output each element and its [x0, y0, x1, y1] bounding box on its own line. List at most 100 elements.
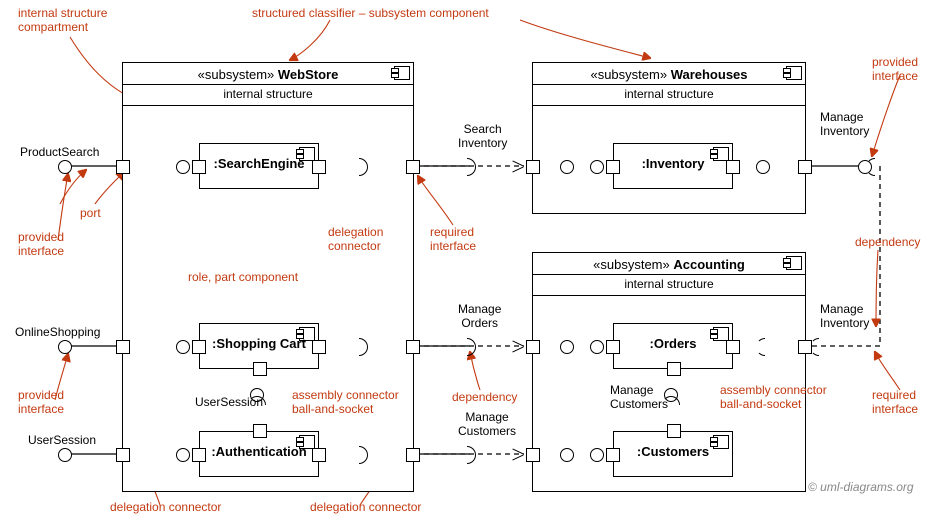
component-icon: [713, 147, 729, 161]
port: [606, 448, 620, 462]
interface-label: Manage Orders: [458, 302, 501, 330]
annotation: structured classifier – subsystem compon…: [252, 6, 489, 20]
component-shopping-cart: :Shopping Cart: [199, 323, 319, 369]
port: [116, 448, 130, 462]
provided-interface-icon: [58, 340, 72, 354]
interface-label: Search Inventory: [458, 122, 507, 150]
component-icon: [713, 327, 729, 341]
port: [312, 160, 326, 174]
port: [116, 160, 130, 174]
port: [406, 160, 420, 174]
required-interface-icon: [458, 446, 476, 464]
annotation: required interface: [430, 225, 476, 253]
provided-interface-icon: [590, 160, 604, 174]
component-icon: [299, 147, 315, 161]
annotation: role, part component: [188, 270, 298, 284]
warehouses-stereotype: «subsystem»: [590, 67, 667, 82]
port: [526, 340, 540, 354]
annotation: provided interface: [872, 55, 918, 83]
credit: © uml-diagrams.org: [808, 480, 914, 494]
provided-interface-icon: [756, 160, 770, 174]
port: [116, 340, 130, 354]
interface-label: Manage Customers: [610, 383, 668, 411]
interface-label: ProductSearch: [20, 145, 99, 159]
component-inventory: :Inventory: [613, 143, 733, 189]
subsystem-warehouses: «subsystem» Warehouses internal structur…: [532, 62, 806, 214]
port: [726, 160, 740, 174]
warehouses-subtitle: internal structure: [533, 85, 805, 106]
annotation: dependency: [855, 235, 920, 249]
interface-label: UserSession: [195, 395, 263, 409]
annotation: delegation connector: [310, 500, 421, 514]
port: [667, 424, 681, 438]
port: [406, 340, 420, 354]
required-interface-icon: [458, 338, 476, 356]
accounting-title: «subsystem» Accounting: [533, 253, 805, 275]
required-interface-icon: [810, 338, 828, 356]
provided-interface-icon: [176, 160, 190, 174]
port: [798, 160, 812, 174]
interface-label: Manage Customers: [458, 410, 516, 438]
annotation: port: [80, 206, 101, 220]
uml-composite-structure-diagram: «subsystem» WebStore internal structure …: [0, 0, 940, 521]
provided-interface-icon: [590, 340, 604, 354]
component-search-engine: :SearchEngine: [199, 143, 319, 189]
provided-interface-icon: [176, 340, 190, 354]
port: [192, 448, 206, 462]
provided-interface-icon: [58, 448, 72, 462]
webstore-name: WebStore: [278, 67, 338, 82]
webstore-title: «subsystem» WebStore: [123, 63, 413, 85]
port: [312, 448, 326, 462]
provided-interface-icon: [58, 160, 72, 174]
provided-interface-icon: [590, 448, 604, 462]
required-interface-icon: [458, 158, 476, 176]
port: [798, 340, 812, 354]
component-authentication: :Authentication: [199, 431, 319, 477]
accounting-stereotype: «subsystem»: [593, 257, 670, 272]
port: [406, 448, 420, 462]
annotation: required interface: [872, 388, 918, 416]
warehouses-title: «subsystem» Warehouses: [533, 63, 805, 85]
interface-label: Manage Inventory: [820, 302, 869, 330]
component-icon: [299, 327, 315, 341]
component-customers: :Customers: [613, 431, 733, 477]
port: [726, 340, 740, 354]
component-icon: [786, 256, 802, 270]
component-icon: [713, 435, 729, 449]
webstore-stereotype: «subsystem»: [198, 67, 275, 82]
provided-interface-icon: [176, 448, 190, 462]
provided-interface-icon: [560, 160, 574, 174]
port: [606, 160, 620, 174]
provided-interface-icon: [560, 448, 574, 462]
interface-label: Manage Inventory: [820, 110, 869, 138]
interface-label: OnlineShopping: [15, 325, 100, 339]
annotation: dependency: [452, 390, 517, 404]
annotation: provided interface: [18, 230, 64, 258]
port: [606, 340, 620, 354]
annotation: assembly connector ball-and-socket: [720, 383, 827, 411]
port: [253, 424, 267, 438]
component-icon: [786, 66, 802, 80]
port: [667, 362, 681, 376]
port: [192, 340, 206, 354]
component-icon: [299, 435, 315, 449]
port: [526, 160, 540, 174]
annotation: delegation connector: [328, 225, 383, 253]
required-interface-icon: [866, 158, 884, 176]
component-orders: :Orders: [613, 323, 733, 369]
accounting-subtitle: internal structure: [533, 275, 805, 296]
webstore-subtitle: internal structure: [123, 85, 413, 106]
provided-interface-icon: [560, 340, 574, 354]
interface-label: UserSession: [28, 433, 96, 447]
port: [192, 160, 206, 174]
accounting-name: Accounting: [673, 257, 745, 272]
annotation: internal structure compartment: [18, 6, 107, 34]
port: [312, 340, 326, 354]
component-icon: [394, 66, 410, 80]
annotation: assembly connector ball-and-socket: [292, 388, 399, 416]
warehouses-name: Warehouses: [671, 67, 748, 82]
port: [526, 448, 540, 462]
annotation: provided interface: [18, 388, 64, 416]
annotation: delegation connector: [110, 500, 221, 514]
port: [253, 362, 267, 376]
